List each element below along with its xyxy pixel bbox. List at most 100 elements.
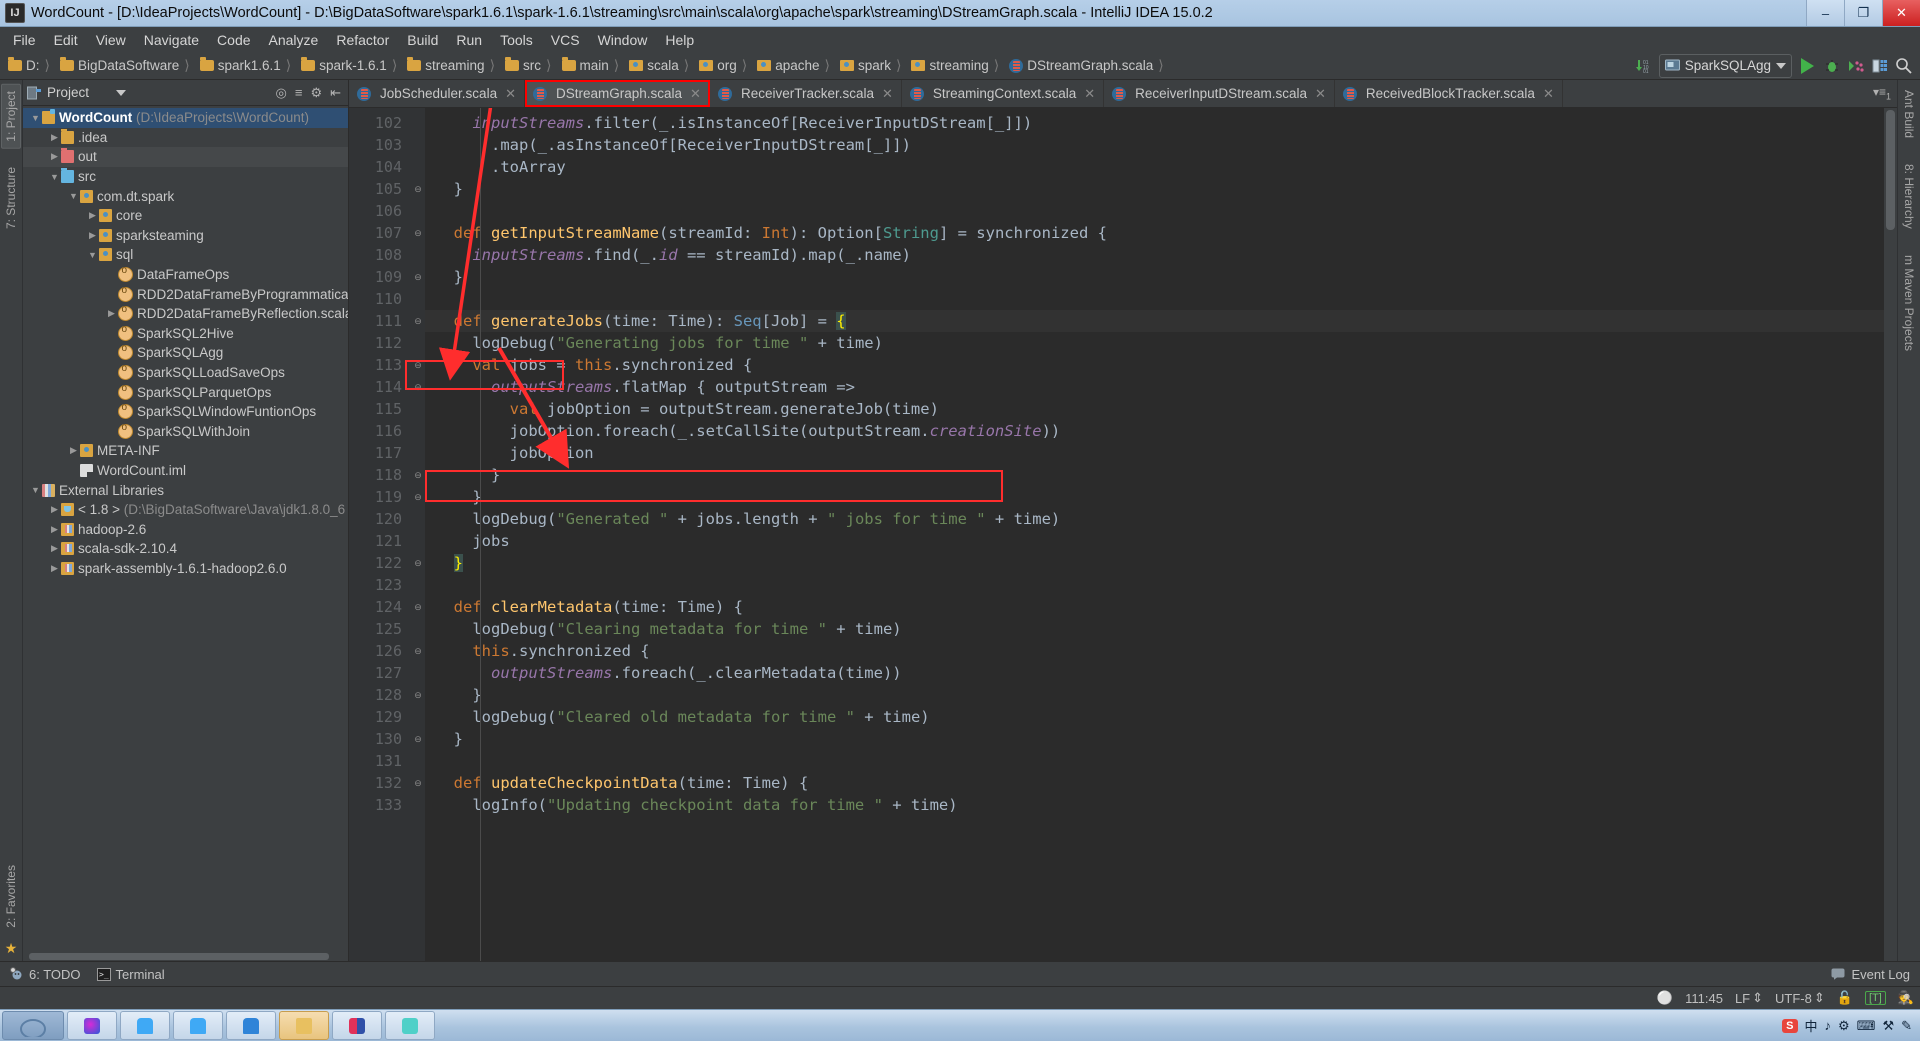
expand-arrow-icon[interactable]: ▶ (86, 210, 99, 221)
expand-arrow-icon[interactable]: ▶ (48, 524, 61, 535)
tree-node-sparksqlloadsaveops[interactable]: SparkSQLLoadSaveOps (23, 363, 348, 383)
chevron-down-icon[interactable] (1776, 62, 1786, 69)
sogou-icon[interactable]: S (1782, 1018, 1798, 1033)
close-icon[interactable]: ✕ (505, 86, 516, 102)
project-structure-icon[interactable] (1871, 57, 1888, 74)
background-tasks-icon[interactable]: ⚪ (1657, 990, 1673, 1006)
code-line[interactable]: val jobs = this.synchronized { (425, 354, 1884, 376)
tree-node-sparksqlwithjoin[interactable]: SparkSQLWithJoin (23, 422, 348, 442)
menu-analyze[interactable]: Analyze (260, 29, 328, 51)
tree-node-1-8[interactable]: ▶ < 1.8 > (D:\BigDataSoftware\Java\jdk1.8… (23, 500, 348, 520)
menu-view[interactable]: View (87, 29, 135, 51)
code-line[interactable]: .map(_.asInstanceOf[ReceiverInputDStream… (425, 134, 1884, 156)
code-line[interactable]: def generateJobs(time: Time): Seq[Job] =… (425, 310, 1884, 332)
code-line[interactable]: } (425, 552, 1884, 574)
scrollbar-thumb[interactable] (29, 952, 329, 960)
breadcrumb-dstreamgraph-file[interactable]: DStreamGraph.scala ⟩ (1005, 57, 1170, 74)
taskbar-item-browser[interactable] (67, 1011, 117, 1040)
tree-node-out[interactable]: ▶ out (23, 147, 348, 167)
editor-tab-streamingcontext[interactable]: StreamingContext.scala ✕ (902, 80, 1105, 107)
tab-marker-badge[interactable]: [T] (1864, 991, 1886, 1005)
expand-arrow-icon[interactable]: ▶ (48, 543, 61, 554)
fold-toggle-icon[interactable]: ⊖ (411, 684, 425, 706)
code-line[interactable] (425, 288, 1884, 310)
taskbar-item-explorer[interactable] (279, 1011, 329, 1040)
menu-code[interactable]: Code (208, 29, 259, 51)
tool-tab-terminal[interactable]: >_ Terminal (96, 967, 165, 982)
fold-toggle-icon[interactable]: ⊖ (411, 464, 425, 486)
taskbar-item-app7[interactable] (385, 1011, 435, 1040)
fold-toggle-icon[interactable]: ⊖ (411, 310, 425, 332)
ime-mode-label[interactable]: 中 (1805, 1016, 1818, 1035)
close-icon[interactable]: ✕ (690, 86, 701, 102)
line-separator-selector[interactable]: LF ⇕ (1735, 990, 1763, 1006)
fold-toggle-icon[interactable]: ⊖ (411, 596, 425, 618)
tree-node-sql[interactable]: ▼ sql (23, 245, 348, 265)
fold-toggle-icon[interactable]: ⊖ (411, 772, 425, 794)
code-line[interactable]: logDebug("Generated " + jobs.length + " … (425, 508, 1884, 530)
close-icon[interactable]: ✕ (882, 86, 893, 102)
collapse-all-icon[interactable]: ≡ (295, 85, 303, 100)
expand-arrow-icon[interactable]: ▶ (48, 563, 61, 574)
caret-position[interactable]: 111:45 (1685, 991, 1723, 1006)
tool-tab-maven-projects[interactable]: m Maven Projects (1900, 249, 1918, 357)
fold-toggle-icon[interactable]: ⊖ (411, 640, 425, 662)
expand-arrow-icon[interactable]: ▼ (29, 113, 42, 123)
tree-node-sparksqlwindowfuntionops[interactable]: SparkSQLWindowFuntionOps (23, 402, 348, 422)
tree-node-idea[interactable]: ▶ .idea (23, 128, 348, 148)
tool-tab-favorites[interactable]: 2: Favorites (2, 859, 20, 934)
project-tree[interactable]: ▼ WordCount (D:\IdeaProjects\WordCount) ▶.… (23, 106, 348, 951)
code-line[interactable]: inputStreams.find(_.id == streamId).map(… (425, 244, 1884, 266)
fold-toggle-icon[interactable]: ⊖ (411, 376, 425, 398)
code-line[interactable]: this.synchronized { (425, 640, 1884, 662)
fold-toggle-icon[interactable]: ⊖ (411, 486, 425, 508)
run-with-coverage-icon[interactable] (1847, 57, 1864, 74)
tree-node-sparksql2hive[interactable]: SparkSQL2Hive (23, 324, 348, 344)
event-log-label[interactable]: Event Log (1851, 967, 1910, 982)
menu-vcs[interactable]: VCS (542, 29, 589, 51)
breadcrumb-spark-161[interactable]: spark-1.6.1 ⟩ (297, 57, 403, 74)
editor-tab-receivedblocktracker[interactable]: ReceivedBlockTracker.scala ✕ (1335, 80, 1563, 107)
tree-node-rdd2dataframebyprogrammatica[interactable]: RDD2DataFrameByProgrammatica (23, 284, 348, 304)
tree-node-sparksqlparquetops[interactable]: SparkSQLParquetOps (23, 382, 348, 402)
code-line[interactable]: def updateCheckpointData(time: Time) { (425, 772, 1884, 794)
code-line[interactable]: def clearMetadata(time: Time) { (425, 596, 1884, 618)
tree-node-wordcount[interactable]: ▼ WordCount (D:\IdeaProjects\WordCount) (23, 108, 348, 128)
fold-toggle-icon[interactable]: ⊖ (411, 222, 425, 244)
breadcrumb-d[interactable]: D: ⟩ (4, 57, 56, 74)
code-line[interactable]: } (425, 728, 1884, 750)
tree-node-spark-assembly-1-6-1-hadoop2-6-0[interactable]: ▶ spark-assembly-1.6.1-hadoop2.6.0 (23, 559, 348, 579)
tree-node-dataframeops[interactable]: DataFrameOps (23, 265, 348, 285)
expand-arrow-icon[interactable]: ▶ (48, 504, 61, 515)
tool-tab-structure[interactable]: 7: Structure (2, 161, 20, 235)
pen-icon[interactable]: ✎ (1901, 1018, 1912, 1034)
breadcrumb-apache[interactable]: apache ⟩ (753, 57, 836, 74)
update-project-icon[interactable]: 01 10 01 (1635, 57, 1652, 74)
code-line[interactable]: jobs (425, 530, 1884, 552)
menu-refactor[interactable]: Refactor (327, 29, 398, 51)
tree-node-sparksqlagg[interactable]: SparkSQLAgg (23, 343, 348, 363)
expand-arrow-icon[interactable]: ▼ (29, 485, 42, 495)
expand-arrow-icon[interactable]: ▶ (48, 151, 61, 162)
breadcrumb-main[interactable]: main ⟩ (558, 57, 626, 74)
code-editor[interactable]: 102 103 104 105 106 107 108 109 110 111 112 113 114 1… (349, 108, 1897, 961)
expand-arrow-icon[interactable]: ▼ (48, 172, 61, 182)
tree-node-sparksteaming[interactable]: ▶ sparksteaming (23, 226, 348, 246)
sort-tabs-icon[interactable]: ▾≡1 (1873, 85, 1891, 101)
tree-node-rdd2dataframebyreflection-scala[interactable]: ▶ RDD2DataFrameByReflection.scala (23, 304, 348, 324)
editor-tab-dstreamgraph[interactable]: DStreamGraph.scala ✕ (524, 80, 710, 107)
breadcrumb-streaming[interactable]: streaming ⟩ (403, 57, 501, 74)
maximize-button[interactable]: ❐ (1844, 0, 1882, 26)
taskbar-item-app4[interactable] (226, 1011, 276, 1040)
code-line[interactable] (425, 750, 1884, 772)
tree-node-core[interactable]: ▶ core (23, 206, 348, 226)
menu-tools[interactable]: Tools (491, 29, 542, 51)
code-line[interactable]: outputStreams.flatMap { outputStream => (425, 376, 1884, 398)
menu-edit[interactable]: Edit (45, 29, 87, 51)
code-line[interactable]: logDebug("Clearing metadata for time " +… (425, 618, 1884, 640)
ime-tone-icon[interactable]: ♪ (1825, 1018, 1832, 1033)
tree-node-hadoop-2-6[interactable]: ▶ hadoop-2.6 (23, 519, 348, 539)
breadcrumb-src[interactable]: src ⟩ (501, 57, 557, 74)
code-line[interactable]: val jobOption = outputStream.generateJob… (425, 398, 1884, 420)
code-line[interactable]: inputStreams.filter(_.isInstanceOf[Recei… (425, 112, 1884, 134)
